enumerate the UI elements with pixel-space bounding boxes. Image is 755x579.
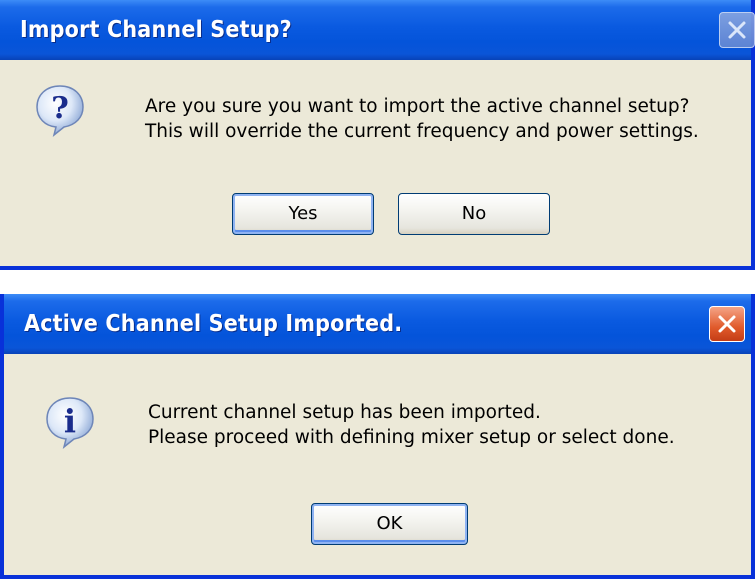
info-icon: i: [42, 394, 98, 450]
dialog-title: Active Channel Setup Imported.: [24, 311, 403, 337]
import-confirm-dialog: Import Channel Setup? ? Are you sure you…: [0, 0, 755, 270]
import-complete-dialog: Active Channel Setup Imported. i Current…: [0, 294, 755, 579]
yes-button[interactable]: Yes: [232, 193, 374, 235]
message-line: Please proceed with defining mixer setup…: [148, 427, 675, 448]
dialog-title: Import Channel Setup?: [20, 17, 292, 43]
message-line: Are you sure you want to import the acti…: [145, 96, 690, 117]
close-icon: [728, 21, 746, 39]
close-button[interactable]: [709, 306, 745, 342]
dialog-body: i Current channel setup has been importe…: [4, 354, 751, 575]
dialog-message: Are you sure you want to import the acti…: [145, 94, 699, 144]
ok-button[interactable]: OK: [311, 503, 468, 545]
close-icon: [718, 315, 736, 333]
title-bar[interactable]: Active Channel Setup Imported.: [4, 294, 751, 354]
no-button[interactable]: No: [398, 193, 550, 235]
dialog-body: ? Are you sure you want to import the ac…: [0, 60, 751, 266]
svg-text:i: i: [64, 402, 76, 440]
svg-text:?: ?: [51, 91, 69, 126]
dialog-message: Current channel setup has been imported.…: [148, 400, 675, 450]
message-line: This will override the current frequency…: [145, 121, 699, 142]
question-icon: ?: [32, 82, 88, 138]
message-line: Current channel setup has been imported.: [148, 402, 541, 423]
close-button[interactable]: [719, 12, 755, 48]
title-bar[interactable]: Import Channel Setup?: [0, 0, 755, 60]
